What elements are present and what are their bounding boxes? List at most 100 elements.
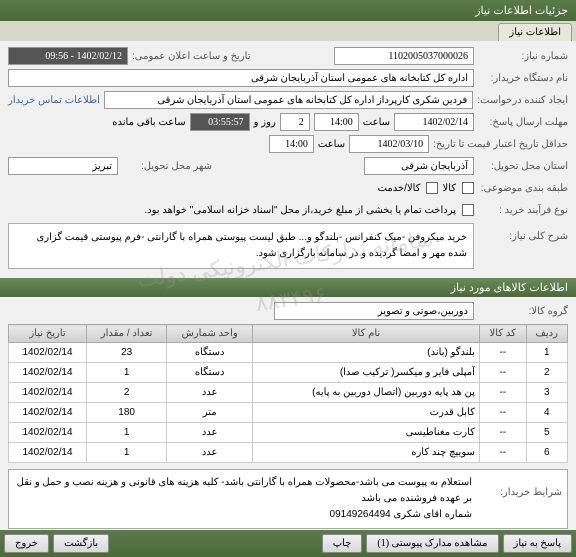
cell-name: آمپلی فایر و میکسر( ترکیب صدا) bbox=[253, 363, 480, 383]
col-unit: واحد شمارش bbox=[167, 325, 253, 343]
deadline-date: 1402/02/14 bbox=[394, 113, 474, 131]
services-checkbox[interactable] bbox=[426, 182, 438, 194]
cell-code: -- bbox=[479, 383, 526, 403]
col-name: نام کالا bbox=[253, 325, 480, 343]
cell-code: -- bbox=[479, 443, 526, 463]
cell-name: کارت مغناطیسی bbox=[253, 423, 480, 443]
table-row[interactable]: 6--سوییچ چند کارهعدد11402/02/14 bbox=[9, 443, 568, 463]
table-row[interactable]: 2--آمپلی فایر و میکسر( ترکیب صدا)دستگاه1… bbox=[9, 363, 568, 383]
province-label: استان محل تحویل: bbox=[478, 161, 568, 172]
cell-date: 1402/02/14 bbox=[9, 343, 87, 363]
content-area: شماره نیاز: 1102005037000026 تاریخ و ساع… bbox=[0, 41, 576, 538]
process-note: پرداخت تمام یا بخشی از مبلغ خرید،از محل … bbox=[144, 205, 456, 216]
cell-idx: 4 bbox=[526, 403, 567, 423]
cell-code: -- bbox=[479, 343, 526, 363]
deadline-label: مهلت ارسال پاسخ: bbox=[478, 117, 568, 128]
col-code: کد کالا bbox=[479, 325, 526, 343]
back-button[interactable]: بازگشت bbox=[53, 534, 109, 553]
goods-checkbox[interactable] bbox=[462, 182, 474, 194]
deadline-time: 14:00 bbox=[314, 113, 359, 131]
footer-bar: پاسخ به نیاز مشاهده مدارک پیوستی (1) چاپ… bbox=[0, 530, 576, 557]
cell-code: -- bbox=[479, 423, 526, 443]
cell-name: پن هد پایه دوربین (اتصال دوربین به پایه) bbox=[253, 383, 480, 403]
table-row[interactable]: 1--بلندگو (باند)دستگاه231402/02/14 bbox=[9, 343, 568, 363]
city-value: تبریز bbox=[8, 157, 118, 175]
city-label: شهر محل تحویل: bbox=[122, 161, 212, 172]
cell-date: 1402/02/14 bbox=[9, 363, 87, 383]
cell-idx: 1 bbox=[526, 343, 567, 363]
cell-unit: دستگاه bbox=[167, 363, 253, 383]
respond-button[interactable]: پاسخ به نیاز bbox=[503, 534, 573, 553]
table-row[interactable]: 5--کارت مغناطیسیعدد11402/02/14 bbox=[9, 423, 568, 443]
col-qty: تعداد / مقدار bbox=[87, 325, 167, 343]
cell-unit: عدد bbox=[167, 443, 253, 463]
print-button[interactable]: چاپ bbox=[322, 534, 363, 553]
table-header-row: ردیف کد کالا نام کالا واحد شمارش تعداد /… bbox=[9, 325, 568, 343]
items-section-header: اطلاعات کالاهای مورد نیاز bbox=[0, 278, 576, 297]
cell-unit: متر bbox=[167, 403, 253, 423]
province-value: آذربایجان شرقی bbox=[364, 157, 474, 175]
table-row[interactable]: 3--پن هد پایه دوربین (اتصال دوربین به پا… bbox=[9, 383, 568, 403]
cell-date: 1402/02/14 bbox=[9, 423, 87, 443]
requester-value: فردین شکری کارپرداز اداره کل کتابخانه ها… bbox=[104, 91, 473, 109]
cell-qty: 2 bbox=[87, 383, 167, 403]
validity-time: 14:00 bbox=[269, 135, 314, 153]
requester-label: ایجاد کننده درخواست: bbox=[477, 95, 568, 106]
table-row[interactable]: 4--کابل قدرتمتر1801402/02/14 bbox=[9, 403, 568, 423]
buyer-org-label: نام دستگاه خریدار: bbox=[478, 73, 568, 84]
buyer-terms-box: شرایط خریدار: استعلام به پیوست می باشد-م… bbox=[8, 469, 568, 529]
cell-qty: 1 bbox=[87, 443, 167, 463]
cell-qty: 1 bbox=[87, 363, 167, 383]
group-value: دوربین،صوتی و تصویر bbox=[274, 302, 474, 320]
tab-need-info[interactable]: اطلاعات نیاز bbox=[498, 23, 572, 41]
cell-qty: 23 bbox=[87, 343, 167, 363]
process-checkbox[interactable] bbox=[462, 204, 474, 216]
cell-code: -- bbox=[479, 363, 526, 383]
services-checkbox-label: کالا/خدمت bbox=[378, 183, 421, 194]
cell-date: 1402/02/14 bbox=[9, 383, 87, 403]
window-title: جزئیات اطلاعات نیاز bbox=[475, 5, 568, 17]
cell-qty: 180 bbox=[87, 403, 167, 423]
need-desc-label: شرح کلی نیاز: bbox=[478, 223, 568, 242]
cell-idx: 3 bbox=[526, 383, 567, 403]
time-remaining-label: ساعت باقی مانده bbox=[112, 117, 185, 128]
buyer-org-value: اداره کل کتابخانه های عمومی استان آذربای… bbox=[8, 69, 474, 87]
cell-idx: 6 bbox=[526, 443, 567, 463]
cell-name: کابل قدرت bbox=[253, 403, 480, 423]
cell-idx: 5 bbox=[526, 423, 567, 443]
need-number-value: 1102005037000026 bbox=[334, 47, 474, 65]
group-label: گروه کالا: bbox=[478, 306, 568, 317]
cell-date: 1402/02/14 bbox=[9, 443, 87, 463]
announce-date-value: 1402/02/12 - 09:56 bbox=[8, 47, 128, 65]
process-label: نوع فرآیند خرید : bbox=[478, 205, 568, 216]
items-table: ردیف کد کالا نام کالا واحد شمارش تعداد /… bbox=[8, 324, 568, 463]
buyer-contact-link[interactable]: اطلاعات تماس خریدار bbox=[8, 95, 100, 106]
days-remaining: 2 bbox=[280, 113, 310, 131]
announce-date-label: تاریخ و ساعت اعلان عمومی: bbox=[132, 51, 251, 62]
cell-idx: 2 bbox=[526, 363, 567, 383]
cell-date: 1402/02/14 bbox=[9, 403, 87, 423]
countdown-timer: 03:55:57 bbox=[190, 113, 250, 131]
cell-unit: دستگاه bbox=[167, 343, 253, 363]
validity-date: 1402/03/10 bbox=[349, 135, 429, 153]
cell-code: -- bbox=[479, 403, 526, 423]
need-number-label: شماره نیاز: bbox=[478, 51, 568, 62]
validity-label: حداقل تاریخ اعتبار قیمت تا تاریخ: bbox=[433, 139, 568, 150]
goods-checkbox-label: کالا bbox=[442, 183, 456, 194]
exit-button[interactable]: خروج bbox=[4, 534, 49, 553]
hour-label-1: ساعت bbox=[363, 117, 390, 128]
cell-name: سوییچ چند کاره bbox=[253, 443, 480, 463]
attachments-button[interactable]: مشاهده مدارک پیوستی (1) bbox=[366, 534, 498, 553]
cell-name: بلندگو (باند) bbox=[253, 343, 480, 363]
buyer-terms-text: استعلام به پیوست می باشد-محصولات همراه ب… bbox=[14, 475, 472, 523]
hour-label-2: ساعت bbox=[318, 139, 345, 150]
cell-qty: 1 bbox=[87, 423, 167, 443]
col-idx: ردیف bbox=[526, 325, 567, 343]
category-label: طبقه بندی موضوعی: bbox=[478, 183, 568, 194]
window-titlebar: جزئیات اطلاعات نیاز bbox=[0, 0, 576, 21]
buyer-terms-label: شرایط خریدار: bbox=[472, 475, 562, 523]
tab-strip: اطلاعات نیاز bbox=[0, 21, 576, 41]
days-and-label: روز و bbox=[254, 117, 276, 128]
col-date: تاریخ نیاز bbox=[9, 325, 87, 343]
cell-unit: عدد bbox=[167, 423, 253, 443]
